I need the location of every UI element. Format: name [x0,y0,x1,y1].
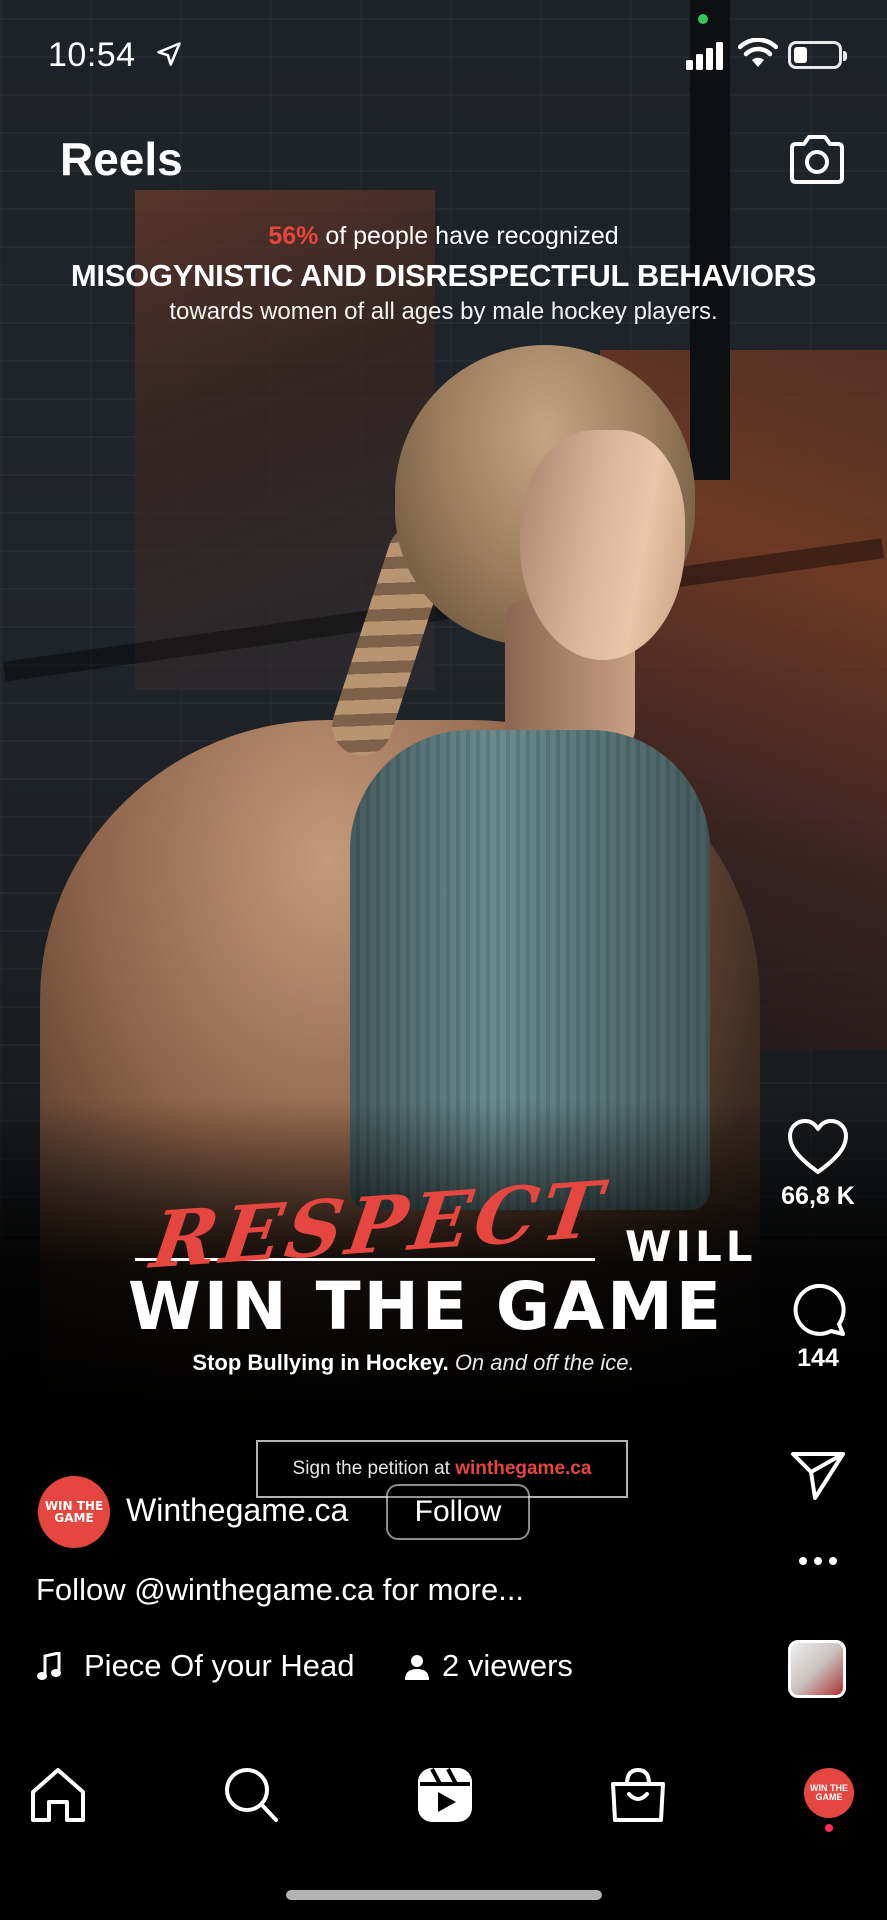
overlay-stat: 56% of people have recognized [0,222,887,251]
tagline-bold: Stop Bullying in Hockey. [192,1350,449,1375]
overlay-tagline: Stop Bullying in Hockey. On and off the … [0,1350,887,1376]
overlay-subline: towards women of all ages by male hockey… [169,298,718,325]
audio-thumbnail[interactable] [788,1640,846,1698]
profile-avatar: WIN THE GAME [804,1768,854,1818]
share-button[interactable] [758,1448,878,1502]
avatar-text: WIN THE GAME [44,1499,104,1525]
location-arrow-icon [157,42,181,66]
page-title: Reels [60,133,183,185]
reels-icon [418,1768,472,1822]
nav-shop[interactable] [603,1760,673,1830]
status-bar: 10:54 [0,0,887,110]
nav-profile[interactable]: WIN THE GAME [796,1760,866,1832]
logo-win-the-game: WIN THE GAME [128,1268,724,1345]
cellular-signal-icon [686,42,723,70]
author-name[interactable]: Winthegame.ca [126,1492,348,1529]
comment-count: 144 [797,1344,839,1372]
heart-icon [788,1119,848,1174]
search-icon [225,1768,278,1822]
more-button[interactable] [758,1556,878,1566]
stat-text: of people have recognized [318,222,619,250]
status-time: 10:54 [48,36,136,74]
bottom-nav: WIN THE GAME [0,1740,887,1850]
post-caption[interactable]: Follow @winthegame.ca for more... [36,1572,524,1608]
person-face [520,430,685,660]
follow-button[interactable]: Follow [386,1484,530,1540]
profile-avatar-text: WIN THE GAME [810,1783,848,1802]
comment-icon [793,1283,846,1336]
stat-percent: 56% [268,222,319,250]
song-title[interactable]: Piece Of your Head [84,1648,384,1684]
more-icon [799,1557,837,1565]
notification-dot [825,1824,833,1832]
person-icon [405,1655,429,1680]
battery-icon [788,41,847,69]
music-note-icon [37,1652,61,1680]
shop-icon [611,1767,665,1822]
audio-row[interactable]: Piece Of your Head 2 viewers [36,1648,596,1688]
viewers-count: 2 viewers [442,1648,573,1683]
logo-will: WILL [625,1222,757,1271]
author-avatar[interactable]: WIN THE GAME [38,1476,110,1548]
battery-level [794,47,807,63]
like-count: 66,8 K [781,1182,855,1210]
camera-icon[interactable] [786,132,848,188]
like-button[interactable]: 66,8 K [758,1118,878,1211]
nav-home[interactable] [23,1760,93,1830]
home-indicator[interactable] [286,1890,602,1900]
home-icon [31,1768,85,1822]
petition-url: winthegame.ca [455,1458,592,1479]
petition-prefix: Sign the petition at [292,1458,456,1479]
nav-search[interactable] [216,1760,286,1830]
nav-reels[interactable] [410,1760,480,1830]
comment-button[interactable]: 144 [758,1280,878,1373]
send-icon [791,1452,845,1500]
tagline-italic: On and off the ice. [454,1350,635,1375]
privacy-indicator-dot [698,14,708,24]
wifi-icon [738,38,778,67]
overlay-headline: MISOGYNISTIC AND DISRESPECTFUL BEHAVIORS [70,258,817,293]
